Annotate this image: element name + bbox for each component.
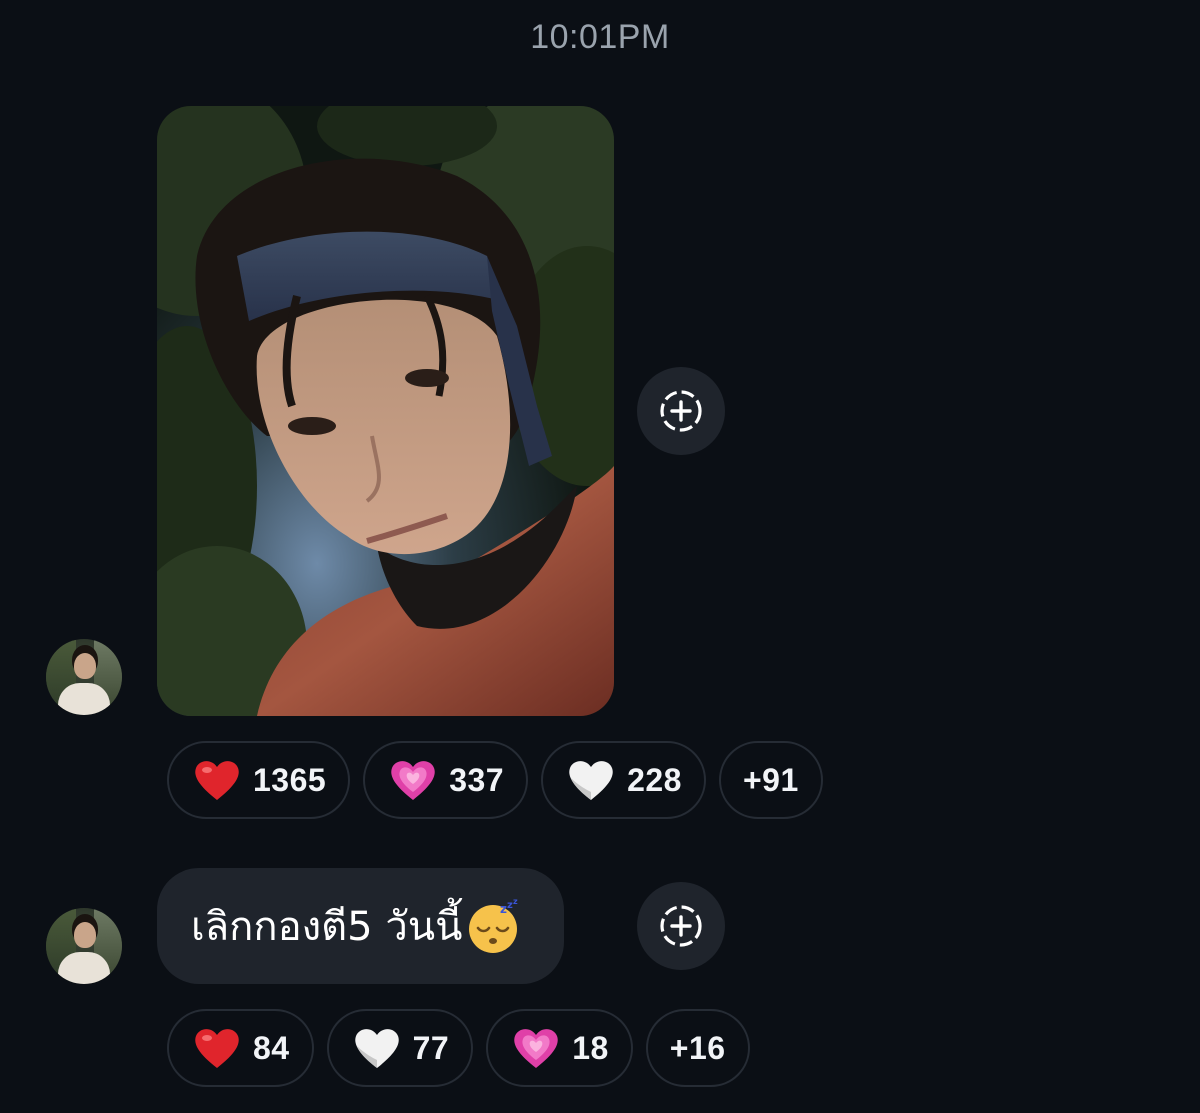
reaction-red-heart[interactable]: 1365 bbox=[167, 741, 351, 819]
text-message-bubble[interactable]: เลิกกองตี5 วันนี้ z z z bbox=[157, 868, 565, 984]
reaction-white-heart[interactable]: 228 bbox=[541, 741, 706, 819]
reaction-count: 1365 bbox=[253, 761, 327, 798]
reaction-red-heart[interactable]: 84 bbox=[167, 1009, 314, 1087]
reaction-white-heart[interactable]: 77 bbox=[326, 1009, 474, 1087]
more-reactions[interactable]: +16 bbox=[645, 1009, 750, 1087]
message-timestamp: 10:01PM bbox=[530, 18, 670, 56]
sender-avatar[interactable] bbox=[46, 639, 122, 715]
sleeping-face-icon: z z z bbox=[469, 897, 518, 953]
add-reaction-icon bbox=[660, 390, 702, 432]
red-heart-icon bbox=[195, 761, 239, 800]
reaction-count: 84 bbox=[253, 1029, 290, 1066]
selfie-photo bbox=[157, 106, 614, 716]
photo-message[interactable] bbox=[157, 106, 614, 716]
reaction-count: 77 bbox=[412, 1029, 450, 1066]
reaction-sparkling-pink-heart[interactable]: 18 bbox=[486, 1009, 633, 1087]
sender-avatar[interactable] bbox=[46, 908, 122, 984]
svg-text:z: z bbox=[513, 897, 518, 906]
sparkling-pink-heart-icon bbox=[391, 761, 435, 800]
add-reaction-button[interactable] bbox=[637, 882, 725, 970]
svg-text:z: z bbox=[500, 902, 507, 916]
reactions-bar: 84 77 18 +16 bbox=[167, 1009, 750, 1087]
sparkling-pink-heart-icon bbox=[514, 1029, 558, 1068]
white-heart-icon bbox=[569, 761, 613, 800]
message-text: เลิกกองตี5 วันนี้ bbox=[191, 904, 463, 950]
reaction-count: 228 bbox=[627, 761, 682, 798]
reaction-count: 337 bbox=[449, 761, 505, 798]
add-reaction-button[interactable] bbox=[637, 367, 725, 455]
reaction-count: 18 bbox=[572, 1029, 609, 1066]
add-reaction-icon bbox=[660, 905, 702, 947]
reactions-bar: 1365 337 228 +91 bbox=[167, 741, 823, 819]
white-heart-icon bbox=[354, 1029, 399, 1068]
more-reactions[interactable]: +91 bbox=[718, 741, 823, 819]
red-heart-icon bbox=[195, 1029, 239, 1068]
reaction-sparkling-pink-heart[interactable]: 337 bbox=[363, 741, 529, 819]
